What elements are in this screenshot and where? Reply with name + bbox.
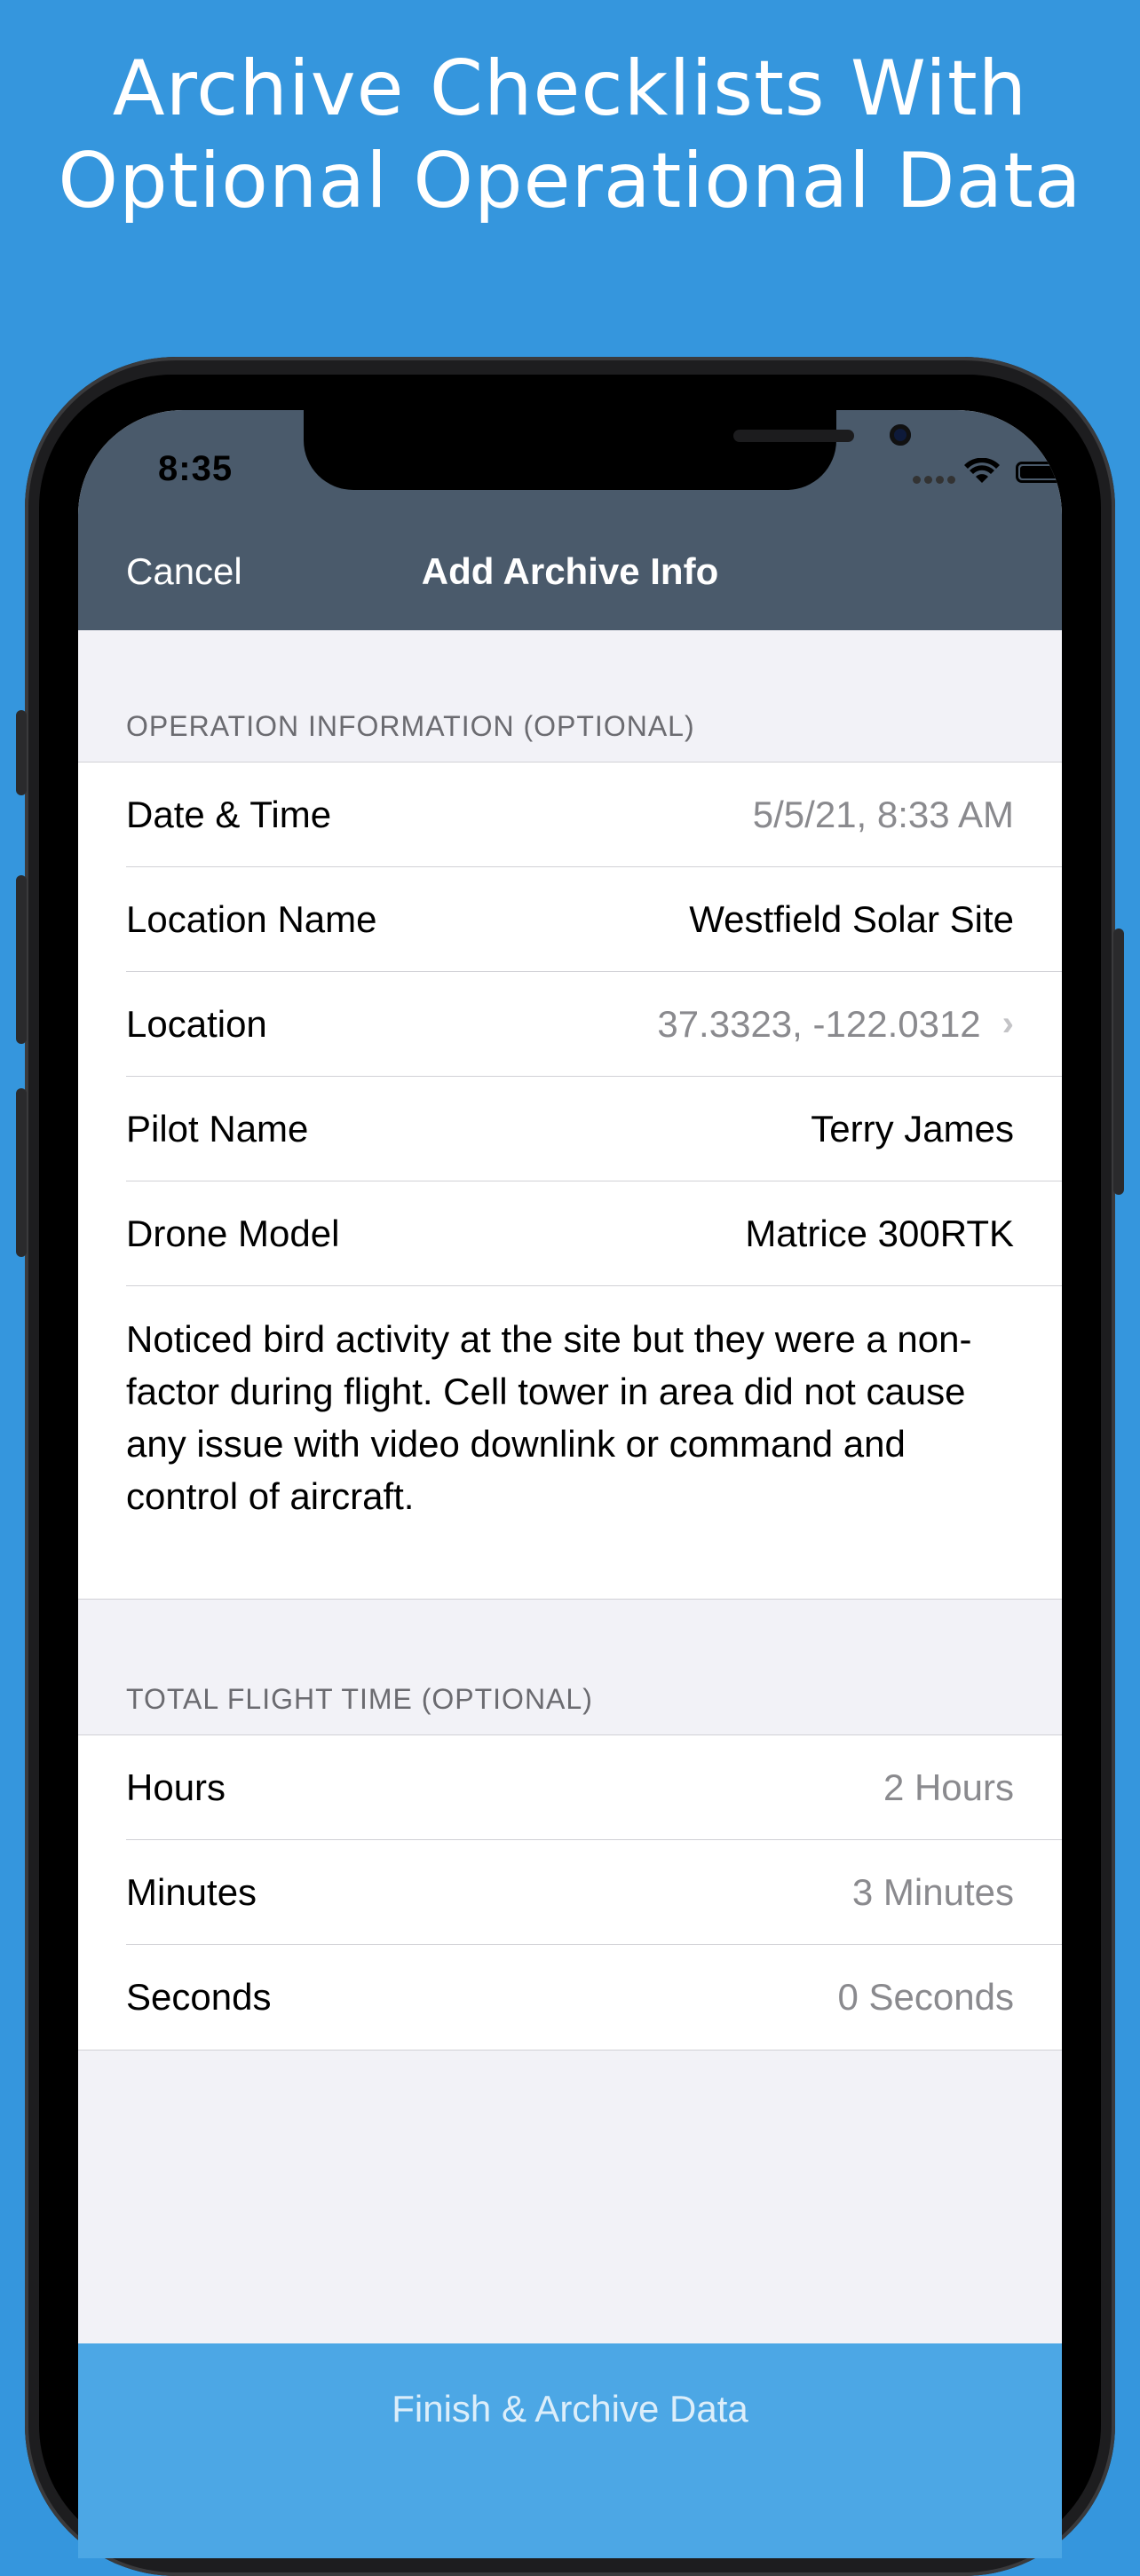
row-drone-model[interactable]: Drone Model Matrice 300RTK (126, 1181, 1062, 1286)
location-name-value: Westfield Solar Site (689, 897, 1014, 940)
power-button (1113, 928, 1124, 1195)
row-location-name[interactable]: Location Name Westfield Solar Site (126, 867, 1062, 972)
battery-icon (1016, 462, 1062, 483)
headline-line-1: Archive Checklists With (112, 44, 1028, 133)
phone-screen: 8:35 Cancel Add Archive Info OPERATION I… (78, 410, 1062, 2558)
section-header-flight-time: TOTAL FLIGHT TIME (OPTIONAL) (126, 1683, 593, 1715)
marketing-headline: Archive Checklists With Optional Operati… (0, 43, 1140, 227)
seconds-value: 0 Seconds (837, 1976, 1014, 2018)
volume-down-button (16, 1088, 27, 1257)
cancel-button[interactable]: Cancel (126, 550, 242, 593)
row-label: Minutes (126, 1870, 257, 1913)
row-date-time[interactable]: Date & Time 5/5/21, 8:33 AM (126, 763, 1062, 867)
drone-model-value: Matrice 300RTK (745, 1212, 1014, 1254)
row-label: Hours (126, 1766, 226, 1808)
chevron-right-icon: › (1001, 1004, 1014, 1043)
row-label: Drone Model (126, 1212, 340, 1254)
hours-value: 2 Hours (883, 1766, 1014, 1808)
flight-time-group: Hours 2 Hours Minutes 3 Minutes Seconds … (78, 1734, 1062, 2051)
minutes-value: 3 Minutes (851, 1870, 1014, 1913)
status-time: 8:35 (158, 449, 234, 488)
row-minutes[interactable]: Minutes 3 Minutes (126, 1840, 1062, 1945)
wifi-icon (964, 458, 1000, 483)
row-label: Location (126, 1002, 267, 1045)
section-header-operation: OPERATION INFORMATION (OPTIONAL) (126, 710, 695, 742)
row-label: Location Name (126, 897, 377, 940)
headline-line-2: Optional Operational Data (58, 137, 1082, 225)
volume-up-button (16, 875, 27, 1044)
mute-switch (16, 710, 27, 795)
row-label: Seconds (126, 1976, 272, 2018)
finish-archive-button[interactable]: Finish & Archive Data (78, 2343, 1062, 2558)
row-label: Date & Time (126, 793, 332, 835)
notch (304, 410, 911, 490)
location-value-wrap: 37.3323, -122.0312 › (657, 1003, 1014, 1046)
row-location[interactable]: Location 37.3323, -122.0312 › (126, 972, 1062, 1077)
date-time-value: 5/5/21, 8:33 AM (752, 793, 1014, 835)
pilot-name-value: Terry James (811, 1107, 1014, 1150)
row-hours[interactable]: Hours 2 Hours (126, 1735, 1062, 1840)
row-seconds[interactable]: Seconds 0 Seconds (126, 1945, 1062, 2050)
row-label: Pilot Name (126, 1107, 309, 1150)
signal-icon (913, 472, 961, 484)
finish-archive-label: Finish & Archive Data (392, 2388, 748, 2430)
earpiece-speaker (733, 430, 854, 442)
row-pilot-name[interactable]: Pilot Name Terry James (126, 1077, 1062, 1181)
location-coordinates: 37.3323, -122.0312 (657, 1002, 981, 1045)
notes-text-area[interactable]: Noticed bird activity at the site but th… (126, 1286, 1062, 1599)
operation-info-group: Date & Time 5/5/21, 8:33 AM Location Nam… (78, 762, 1062, 1600)
front-camera (890, 424, 911, 446)
